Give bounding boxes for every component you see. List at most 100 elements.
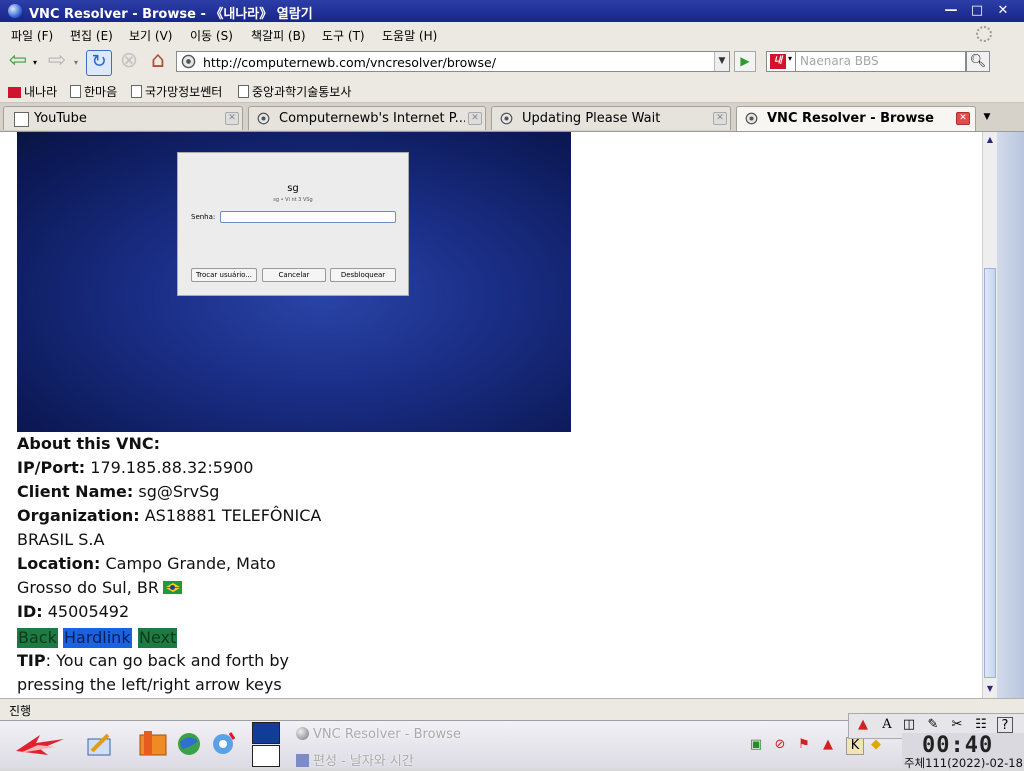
help-icon[interactable]: ?	[997, 717, 1013, 733]
magnifier-icon[interactable]: 🔍︎	[966, 51, 990, 72]
tools-icon[interactable]: ✂	[949, 717, 965, 733]
media-player-icon[interactable]	[208, 729, 238, 759]
workspace-1[interactable]	[252, 722, 280, 744]
unlock-dialog: sg sg • Vi nt 3 VSg Senha: Trocar usuári…	[177, 152, 409, 296]
location-label: Location:	[17, 554, 101, 573]
client-label: Client Name:	[17, 482, 134, 501]
menu-edit[interactable]: 편집 (E)	[70, 27, 113, 44]
calendar-icon	[296, 754, 309, 767]
bookmark-science-news[interactable]: 중앙과학기술통보사	[238, 83, 351, 100]
url-history-dropdown[interactable]: ▼	[714, 52, 729, 71]
close-tab-icon[interactable]: ✕	[713, 112, 727, 125]
chevron-down-icon: ▾	[788, 54, 793, 63]
bookmark-label: 국가망정보쎈터	[145, 85, 223, 99]
bookmark-naenara[interactable]: 내나라	[8, 83, 57, 100]
go-arrow-icon[interactable]: ▶	[734, 51, 756, 72]
menu-bar: 파일 (F) 편집 (E) 보기 (V) 이동 (S) 책갈피 (B) 도구 (…	[0, 22, 1024, 46]
no-sound-icon[interactable]: ⊘	[772, 737, 788, 753]
about-heading: About this VNC:	[17, 434, 160, 453]
taskbar: VNC Resolver - Browse 편성 - 날자와 시간 ▣ ⊘ ⚑ …	[0, 713, 1024, 770]
font-icon[interactable]: A	[879, 717, 895, 733]
next-link[interactable]: Next	[138, 628, 178, 648]
page-icon	[70, 85, 81, 98]
menu-bookmarks[interactable]: 책갈피 (B)	[251, 27, 306, 44]
tab-label: YouTube	[34, 111, 87, 126]
ip-value: 179.185.88.32:5900	[85, 458, 254, 477]
page-icon	[131, 85, 142, 98]
flame-icon[interactable]: ▲	[855, 717, 871, 733]
back-arrow-icon[interactable]: ⇦	[6, 50, 30, 74]
vertical-scrollbar[interactable]: ▲ ▼	[982, 132, 997, 698]
site-identity-icon	[181, 54, 196, 69]
browser-globe-icon[interactable]	[174, 729, 204, 759]
menu-go[interactable]: 이동 (S)	[190, 27, 233, 44]
back-history-dropdown[interactable]: ▾	[33, 58, 37, 67]
menu-tools[interactable]: 도구 (T)	[322, 27, 365, 44]
menu-view[interactable]: 보기 (V)	[129, 27, 172, 44]
hardlink-link[interactable]: Hardlink	[63, 628, 132, 648]
bookmark-national-network[interactable]: 국가망정보쎈터	[131, 83, 222, 100]
reload-icon[interactable]: ↻	[86, 50, 112, 76]
globe-icon	[296, 727, 309, 740]
tab-list-dropdown[interactable]: ▼	[978, 107, 996, 127]
url-text[interactable]: http://computernewb.com/vncresolver/brow…	[203, 55, 496, 70]
tip-row-continued: pressing the left/right arrow keys	[17, 675, 282, 694]
home-icon[interactable]: ⌂	[146, 50, 170, 74]
menu-help[interactable]: 도움말 (H)	[382, 27, 437, 44]
page-content: sg sg • Vi nt 3 VSg Senha: Trocar usuári…	[0, 132, 982, 698]
flag-icon[interactable]: ⚑	[796, 737, 812, 753]
bookmark-hanmaeum[interactable]: 한마음	[70, 83, 117, 100]
back-link[interactable]: Back	[17, 628, 58, 648]
page-icon	[14, 112, 29, 127]
clock[interactable]: 00:40 주체111(2022)-02-18	[902, 733, 1024, 770]
site-identity-icon	[745, 112, 758, 125]
scrollbar-thumb[interactable]	[984, 268, 996, 678]
tag-icon[interactable]: ◆	[868, 737, 884, 753]
flame-icon[interactable]: ▲	[820, 737, 836, 753]
address-bar[interactable]: http://computernewb.com/vncresolver/brow…	[176, 51, 730, 72]
location-row: Location: Campo Grande, Mato	[17, 554, 276, 573]
tab-computernewb[interactable]: Computernewb's Internet P... ✕	[248, 106, 486, 130]
clock-date: 주체111(2022)-02-18	[904, 756, 1023, 770]
location-row-continued: Grosso do Sul, BR	[17, 578, 182, 597]
id-row: ID: 45005492	[17, 602, 129, 621]
menu-file[interactable]: 파일 (F)	[11, 27, 53, 44]
keyboard-layout-icon[interactable]: K	[846, 737, 864, 755]
minimize-button[interactable]: —	[942, 3, 960, 19]
stop-icon[interactable]: ⊗	[117, 50, 141, 74]
search-engine-selector[interactable]: 내 ▾	[766, 51, 796, 72]
layout-icon[interactable]: ◫	[901, 717, 917, 733]
tab-label: Computernewb's Internet P...	[279, 111, 465, 126]
text-editor-icon[interactable]	[84, 729, 114, 759]
files-icon[interactable]	[138, 729, 168, 759]
tip-text: : You can go back and forth by	[45, 651, 290, 670]
taskbar-window-datetime[interactable]: 편성 - 날자와 시간	[296, 750, 414, 769]
maximize-button[interactable]: □	[968, 3, 986, 19]
scroll-up-icon[interactable]: ▲	[984, 133, 996, 147]
search-input[interactable]: Naenara BBS	[796, 51, 966, 72]
close-tab-icon[interactable]: ✕	[225, 112, 239, 125]
close-tab-icon[interactable]: ✕	[468, 112, 482, 125]
tab-bar: YouTube ✕ Computernewb's Internet P... ✕…	[0, 103, 1024, 132]
id-label: ID:	[17, 602, 43, 621]
dialog-cancel-button: Cancelar	[262, 268, 326, 282]
start-menu-star-icon[interactable]	[10, 729, 68, 759]
brazil-flag-icon	[163, 581, 182, 594]
workspace-2[interactable]	[252, 745, 280, 767]
forward-history-dropdown[interactable]: ▾	[74, 58, 78, 67]
ip-label: IP/Port:	[17, 458, 86, 477]
organization-row: Organization: AS18881 TELEFÔNICA	[17, 506, 321, 525]
edit-icon[interactable]: ✎	[925, 717, 941, 733]
tab-youtube[interactable]: YouTube ✕	[3, 106, 243, 130]
clipboard-icon[interactable]: ☷	[973, 717, 989, 733]
close-window-button[interactable]: ✕	[994, 3, 1012, 19]
status-text: 진행	[9, 704, 32, 718]
window-titlebar[interactable]: VNC Resolver - Browse - 《내나라》 열람기 — □ ✕	[0, 0, 1024, 22]
network-icon[interactable]: ▣	[748, 737, 764, 753]
forward-arrow-icon[interactable]: ⇨	[45, 50, 69, 74]
taskbar-window-browser[interactable]: VNC Resolver - Browse	[296, 727, 461, 742]
tab-vnc-resolver[interactable]: VNC Resolver - Browse ✕	[736, 106, 976, 131]
scroll-down-icon[interactable]: ▼	[984, 682, 996, 696]
close-tab-icon[interactable]: ✕	[956, 112, 970, 125]
tab-updating[interactable]: Updating Please Wait ✕	[491, 106, 731, 130]
